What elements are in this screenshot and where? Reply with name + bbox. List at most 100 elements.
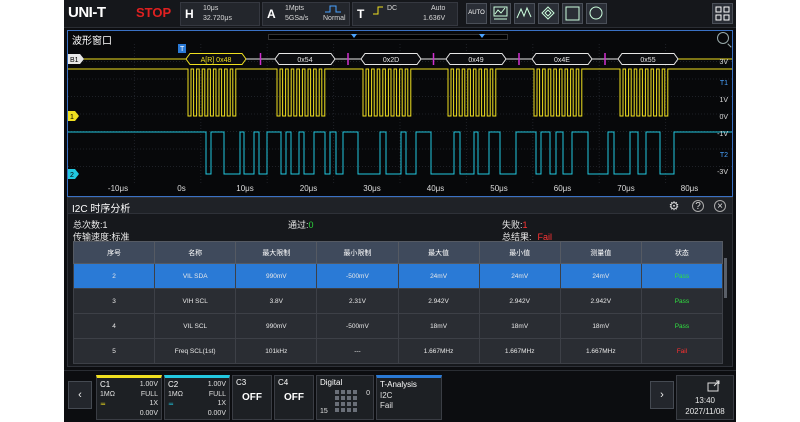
channel-markers: B1 1 2 T [68,44,186,179]
t-analysis-status[interactable]: T-Analysis I2C Fail [376,375,442,420]
cell-max: 2.942V [397,288,480,314]
channel-marker[interactable]: B1 [68,54,84,64]
c2-bandwidth: FULL [208,391,226,398]
table-row[interactable]: 4 VIL SCL 990mV -500mV 18mV 18mV 18mV Pa… [72,313,724,339]
decode-bus: A[R] 0x48 0x54 0x2D 0x49 0x4E 0x55 [68,53,732,65]
time-tick-label: -10μs [107,184,129,193]
cell-measured: 2.942V [559,288,642,314]
channel-marker[interactable]: 1 [68,111,79,121]
cell-status: Fail [640,338,724,364]
trigger-position-marker[interactable]: T [178,44,186,53]
pattern-button[interactable] [538,3,559,24]
ch1-trace [68,68,732,117]
timebase-value: 10μs [203,5,219,12]
cell-max-limit: 3.8V [235,288,318,314]
table-header-row: 序号 名称 最大限制 最小限制 最大值 最小值 测量值 状态 [72,241,724,264]
c2-offset: 0.00V [207,410,226,417]
clock-panel[interactable]: 13:40 2027/11/08 [676,375,734,420]
cell-max-limit: 990mV [235,263,318,289]
analysis-table: 序号 名称 最大限制 最小限制 最大值 最小值 测量值 状态 2 VIL SDA… [72,241,724,364]
cell-measured: 1.667MHz [559,338,642,364]
cell-min-limit: 2.31V [316,288,399,314]
pass-label: 通过: [288,220,309,230]
time-tick-label: 80μs [680,184,699,193]
trigger-level: 1.636V [423,15,446,22]
auto-button[interactable]: AUTO [466,3,487,24]
waveform-window[interactable]: 波形窗口 A[R] 0x48 0x54 0x2D 0x49 0x4E 0x55 B1 1 2 T… [67,30,733,197]
cell-max-limit: 101kHz [235,338,318,364]
clock-time: 13:40 [694,396,716,405]
col-name: 名称 [154,241,237,264]
waveform-plot: A[R] 0x48 0x54 0x2D 0x49 0x4E 0x55 B1 1 2 T [68,44,732,184]
col-measured: 测量值 [559,241,642,264]
decode-frame-label: 0x55 [640,57,655,64]
cell-name: Freq SCL(1st) [154,338,237,364]
delay-value: 32.720μs [203,15,232,22]
c2-impedance: 1MΩ [168,391,183,398]
table-row[interactable]: 3 VIH SCL 3.8V 2.31V 2.942V 2.942V 2.942… [72,288,724,314]
table-row[interactable]: 2 VIL SDA 990mV -500mV 24mV 24mV 24mV Pa… [72,263,724,289]
t-analysis-protocol: I2C [380,391,393,400]
c1-name: C1 [100,380,111,389]
channel-c1[interactable]: C1 1.00V 1MΩ FULL ≂ 1X 0.00V [96,375,162,420]
analysis-header: I2C 时序分析 ⚙ ? × [68,198,732,215]
table-scrollbar[interactable] [724,258,727,298]
zoom-icon[interactable] [717,32,729,44]
scale-label: -1V [717,131,728,138]
trigger-panel[interactable]: T DC Auto 1.636V [352,2,458,26]
c1-bandwidth: FULL [140,391,158,398]
memory-position-bar[interactable] [268,34,508,40]
run-stop-status[interactable]: STOP [136,5,171,20]
cell-no: 4 [72,313,156,339]
trigger-pos-marker-icon [479,34,485,38]
horizontal-panel[interactable]: H 10μs 32.720μs [180,2,260,26]
fail-value: 1 [522,220,528,230]
time-tick-label: 40μs [426,184,445,193]
cell-min-limit: --- [316,338,399,364]
scale-label: -3V [717,169,728,176]
trigger-coupling: DC [387,5,398,12]
trigger-edge-icon [373,6,383,15]
scale-label: 3V [719,59,728,66]
channel-c3[interactable]: C3 OFF [232,375,272,420]
math-button[interactable] [514,3,535,24]
channel-marker[interactable]: 2 [68,169,79,179]
time-tick-label: 60μs [553,184,572,193]
c2-coupling-icon: ≂ [168,401,174,408]
cell-min: 2.942V [478,288,561,314]
col-max-limit: 最大限制 [235,241,318,264]
math-wave-icon [516,6,532,19]
scale-label: T1 [719,80,728,87]
acquire-mode-icon [325,5,341,13]
acquire-mode: Normal [323,15,346,22]
prev-page-button[interactable]: ‹ [68,381,92,409]
menu-button[interactable] [712,3,733,24]
c1-coupling-icon: ≂ [100,401,106,408]
col-min: 最小值 [478,241,561,264]
acquire-panel[interactable]: A 1Mpts 5GSa/s Normal [262,2,350,26]
scale-label: T2 [719,152,728,159]
channel-c2[interactable]: C2 1.00V 1MΩ FULL ≂ 1X 0.00V [164,375,230,420]
pattern-icon [541,6,555,20]
horizontal-letter: H [185,7,194,21]
display-button[interactable] [562,3,583,24]
digital-name: Digital [320,378,343,387]
channel-c4[interactable]: C4 OFF [274,375,314,420]
cell-no: 2 [72,263,156,289]
cell-max: 24mV [397,263,480,289]
cell-status: Pass [640,263,724,289]
measure-button[interactable] [490,3,511,24]
table-row[interactable]: 5 Freq SCL(1st) 101kHz --- 1.667MHz 1.66… [72,338,724,364]
cell-measured: 18mV [559,313,642,339]
close-icon[interactable]: × [714,200,726,212]
digital-channels[interactable]: Digital 0 15 [316,375,374,420]
search-button[interactable] [586,3,607,24]
time-tick-label: 70μs [617,184,635,193]
acquire-letter: A [267,7,276,21]
marker-label: B1 [70,57,79,64]
scale-label: 0V [719,114,728,121]
help-icon[interactable]: ? [692,200,704,212]
grid-menu-icon [715,6,730,21]
next-page-button[interactable]: › [650,381,674,409]
gear-icon[interactable]: ⚙ [668,200,680,212]
